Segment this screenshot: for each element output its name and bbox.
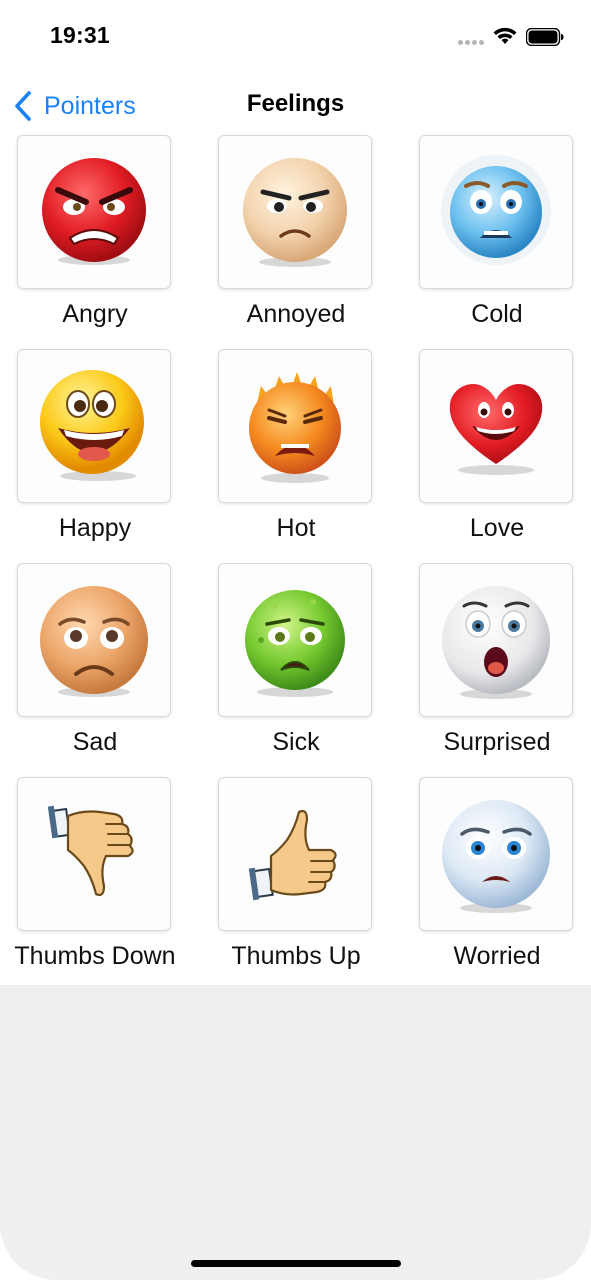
tile-label: Love	[469, 514, 525, 542]
hot-face-icon	[249, 372, 341, 483]
tile-image	[18, 350, 170, 502]
tile-label: Surprised	[443, 728, 551, 756]
angry-face-icon	[42, 158, 146, 265]
tile-image	[219, 136, 371, 288]
tile-happy[interactable]: Happy	[0, 350, 200, 562]
tile-thumbs-up[interactable]: Thumbs Up	[201, 778, 401, 990]
tile-hot[interactable]: Hot	[201, 350, 401, 562]
worried-face-icon	[442, 800, 550, 913]
tile-image	[219, 564, 371, 716]
annoyed-face-icon	[243, 158, 347, 267]
tile-image	[219, 350, 371, 502]
tile-image	[420, 778, 572, 930]
tile-label: Thumbs Up	[231, 942, 361, 970]
tile-label: Hot	[276, 514, 316, 542]
tile-image	[18, 564, 170, 716]
tile-angry[interactable]: Angry	[0, 136, 200, 348]
tile-image	[420, 564, 572, 716]
home-indicator[interactable]	[191, 1260, 401, 1267]
tile-love[interactable]: Love	[402, 350, 591, 562]
page-title: Feelings	[246, 90, 345, 117]
tile-image	[18, 778, 170, 930]
tile-cold[interactable]: Cold	[402, 136, 591, 348]
tile-label: Sick	[272, 728, 320, 756]
tile-sick[interactable]: Sick	[201, 564, 401, 776]
tile-image	[420, 350, 572, 502]
heart-face-icon	[449, 384, 543, 475]
tile-label: Sad	[72, 728, 118, 756]
tile-image	[219, 778, 371, 930]
nav-bar: Pointers Feelings	[0, 80, 591, 130]
tile-label: Angry	[62, 300, 128, 328]
sick-face-icon	[245, 590, 345, 697]
cold-face-icon	[441, 155, 551, 265]
thumbs-down-icon	[47, 805, 134, 897]
status-time: 19:31	[50, 22, 110, 48]
tile-label: Thumbs Down	[14, 942, 176, 970]
signal-dots-icon	[458, 40, 484, 46]
wifi-icon	[493, 27, 517, 44]
tile-surprised[interactable]: Surprised	[402, 564, 591, 776]
status-bar: 19:31	[0, 0, 591, 76]
tile-annoyed[interactable]: Annoyed	[201, 136, 401, 348]
tile-image	[420, 136, 572, 288]
tile-label: Happy	[58, 514, 132, 542]
happy-face-icon	[40, 370, 144, 481]
tile-sad[interactable]: Sad	[0, 564, 200, 776]
battery-icon	[526, 28, 564, 46]
empty-area	[0, 985, 591, 1280]
thumbs-up-icon	[248, 809, 337, 901]
tile-image	[18, 136, 170, 288]
tile-thumbs-down[interactable]: Thumbs Down	[0, 778, 200, 990]
tile-label: Worried	[453, 942, 541, 970]
surprised-face-icon	[442, 586, 550, 699]
tile-label: Cold	[471, 300, 523, 328]
tile-worried[interactable]: Worried	[402, 778, 591, 990]
tile-label: Annoyed	[246, 300, 346, 328]
sad-face-icon	[40, 586, 148, 697]
